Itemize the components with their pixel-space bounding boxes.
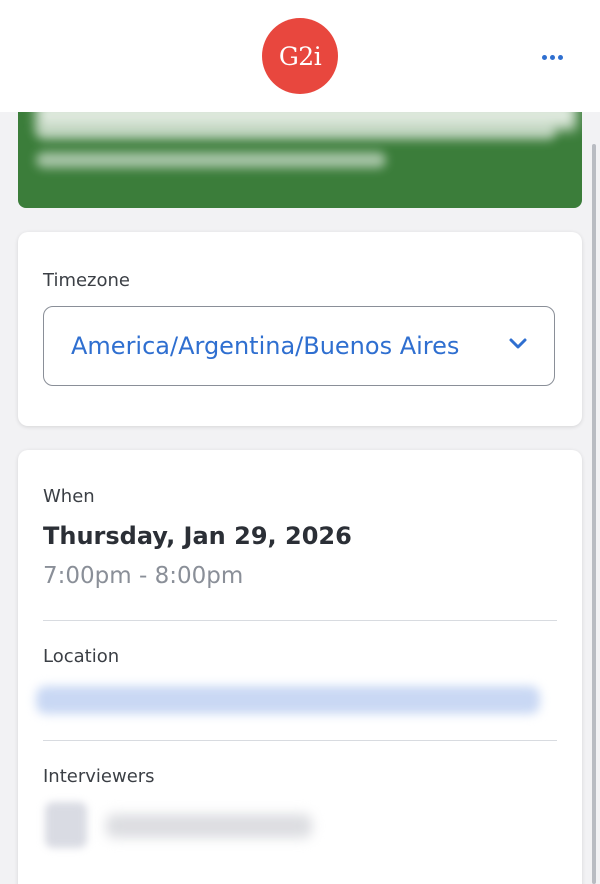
status-banner [18,112,582,208]
location-label: Location [43,646,120,667]
timezone-select[interactable]: America/Argentina/Buenos Aires [43,306,555,386]
chevron-down-icon [509,338,527,349]
location-link-redacted[interactable] [36,686,540,714]
interviewers-label: Interviewers [43,766,155,787]
divider [43,740,557,741]
page: G2i Timezone America/Argentina/Buenos Ai… [0,0,600,884]
banner-redacted-line [36,152,386,168]
interviewer-name-redacted [106,814,312,838]
banner-redacted-line [36,124,556,140]
interview-date: Thursday, Jan 29, 2026 [43,522,352,550]
timezone-label: Timezone [43,270,130,291]
timezone-value: America/Argentina/Buenos Aires [71,332,460,360]
more-options-button[interactable] [534,40,570,74]
interview-details-card: When Thursday, Jan 29, 2026 7:00pm - 8:0… [18,450,582,884]
interview-time: 7:00pm - 8:00pm [43,563,244,589]
more-horizontal-icon [541,54,547,60]
more-dot [549,54,555,60]
header: G2i [0,0,600,112]
scrollbar[interactable] [592,144,596,884]
interviewer-avatar [45,802,87,848]
when-label: When [43,486,95,507]
divider [43,620,557,621]
timezone-card: Timezone America/Argentina/Buenos Aires [18,232,582,426]
more-dot [557,54,563,60]
g2i-logo: G2i [262,18,338,94]
logo-text: G2i [278,41,322,71]
